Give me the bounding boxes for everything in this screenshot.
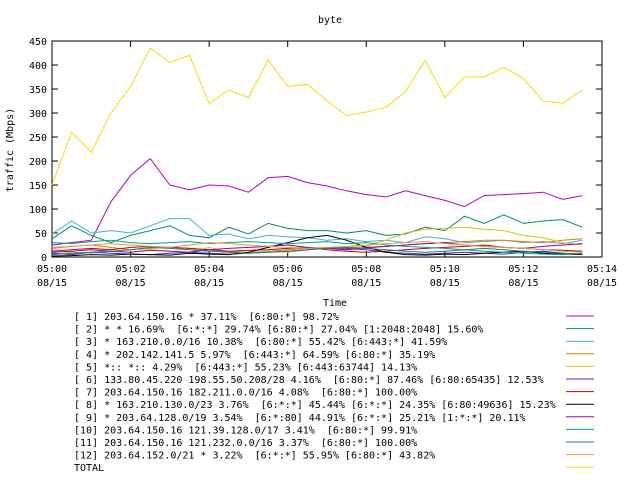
y-tick-label: 350 bbox=[29, 85, 47, 96]
x-axis-label: Time bbox=[323, 298, 347, 309]
series-line-8 bbox=[51, 234, 583, 257]
chart-title: byte bbox=[318, 15, 342, 26]
legend-label: [12] 203.64.152.0/21 * 3.22% [6:*:*] 55.… bbox=[74, 451, 435, 462]
legend-label: [ 2] * * 16.69% [6:*:*] 29.74% [6:80:*] … bbox=[74, 325, 483, 336]
legend-label: [ 3] * 163.210.0.0/16 10.38% [6:80:*] 55… bbox=[74, 337, 447, 348]
x-tick-date-label: 08/15 bbox=[587, 278, 617, 289]
x-tick-date-label: 08/15 bbox=[508, 278, 538, 289]
y-tick-label: 300 bbox=[29, 109, 47, 120]
x-tick-time-label: 05:14 bbox=[587, 264, 617, 275]
traffic-chart: byte traffic (Mbps) Time 0 50 100 150 200 250… bbox=[5, 15, 617, 474]
x-tick-date-label: 08/15 bbox=[37, 278, 67, 289]
x-tick-date-label: 08/15 bbox=[430, 278, 460, 289]
legend-label: [ 1] 203.64.150.16 * 37.11% [6:80:*] 98.… bbox=[74, 312, 339, 323]
legend-label: [ 7] 203.64.150.16 182.211.0.0/16 4.08% … bbox=[74, 388, 417, 399]
x-tick-date-label: 08/15 bbox=[351, 278, 381, 289]
y-tick-label: 400 bbox=[29, 61, 47, 72]
plot-frame bbox=[51, 40, 603, 258]
y-tick-label: 450 bbox=[29, 37, 47, 48]
x-tick-date-label: 08/15 bbox=[273, 278, 303, 289]
legend-label: TOTAL bbox=[74, 463, 104, 474]
series-line-2 bbox=[51, 214, 583, 244]
series-line-5 bbox=[51, 226, 583, 256]
y-tick-label: 200 bbox=[29, 157, 47, 168]
y-tick-label: 250 bbox=[29, 133, 47, 144]
series-line-13 bbox=[51, 47, 583, 186]
legend-label: [11] 203.64.150.16 121.232.0.0/16 3.37% … bbox=[74, 438, 417, 449]
legend-label: [ 9] * 203.64.128.0/19 3.54% [6:*:80] 44… bbox=[74, 413, 526, 424]
x-tick-time-label: 05:12 bbox=[508, 264, 538, 275]
y-axis-label: traffic (Mbps) bbox=[5, 108, 16, 192]
x-tick-time-label: 05:04 bbox=[194, 264, 224, 275]
x-tick-time-label: 05:02 bbox=[116, 264, 146, 275]
x-tick-time-label: 05:06 bbox=[273, 264, 303, 275]
x-tick-date-label: 08/15 bbox=[116, 278, 146, 289]
legend-label: [ 4] * 202.142.141.5 5.97% [6:443:*] 64.… bbox=[74, 350, 435, 361]
legend-label: [ 5] *:: *:: 4.29% [6:443:*] 55.23% [6:4… bbox=[74, 362, 417, 373]
x-tick-time-label: 05:00 bbox=[37, 264, 67, 275]
legend-label: [ 6] 133.80.45.220 198.55.50.208/28 4.16… bbox=[74, 375, 544, 386]
legend-label: [10] 203.64.150.16 121.39.128.0/17 3.41%… bbox=[74, 425, 417, 436]
x-tick-time-label: 05:10 bbox=[430, 264, 460, 275]
x-tick-date-label: 08/15 bbox=[194, 278, 224, 289]
legend-label: [ 8] * 163.210.130.0/23 3.76% [6:*:*] 45… bbox=[74, 400, 556, 411]
y-tick-label: 150 bbox=[29, 181, 47, 192]
y-tick-label: 0 bbox=[41, 253, 47, 264]
y-tick-label: 100 bbox=[29, 205, 47, 216]
x-tick-time-label: 05:08 bbox=[351, 264, 381, 275]
y-tick-label: 50 bbox=[35, 229, 47, 240]
series-line-1 bbox=[51, 157, 583, 246]
